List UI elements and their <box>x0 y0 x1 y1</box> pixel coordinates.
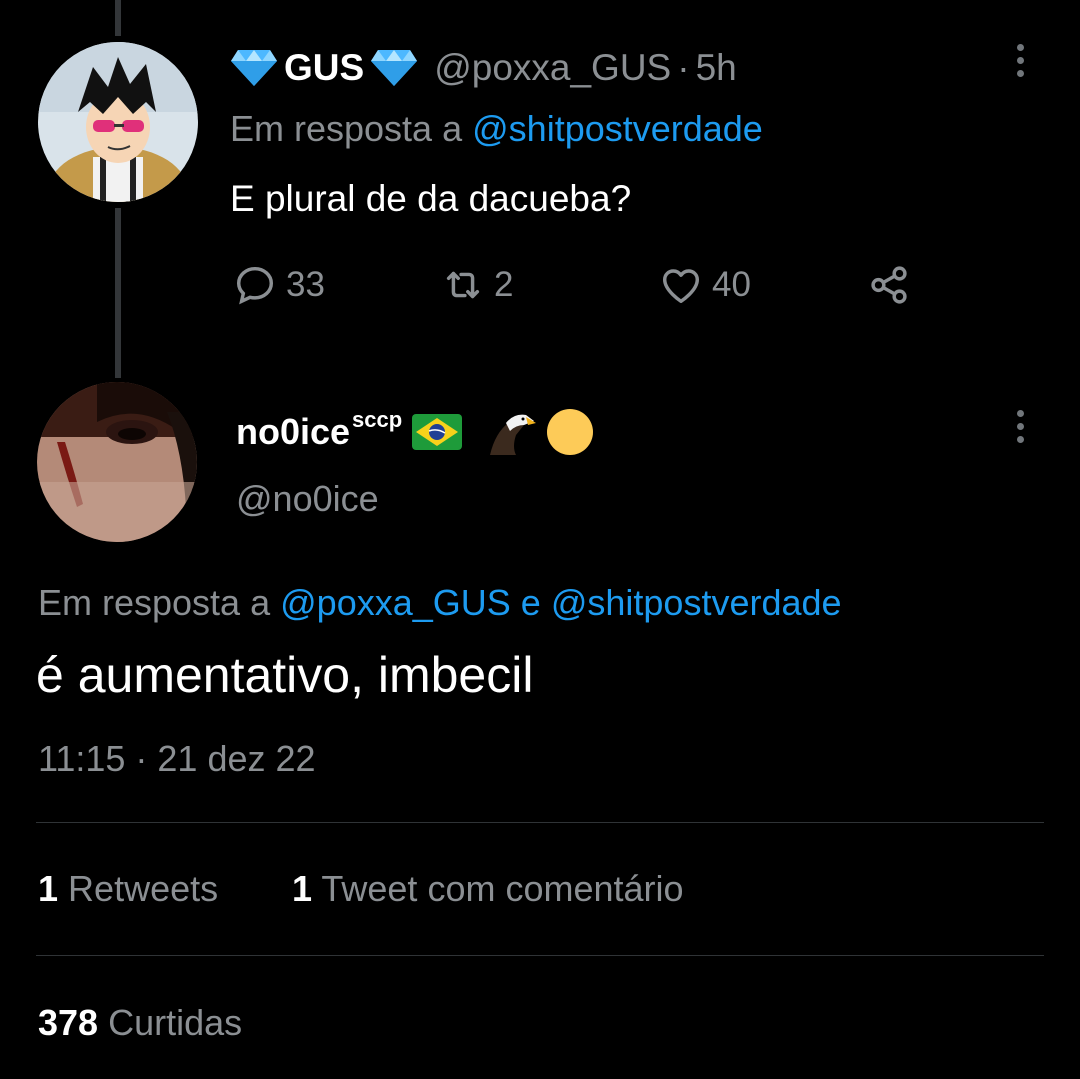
reply-mention[interactable]: @shitpostverdade <box>472 108 763 149</box>
like-count: 40 <box>712 265 751 304</box>
like-button[interactable]: 40 <box>658 262 751 308</box>
retweet-count: 2 <box>494 265 514 304</box>
share-icon <box>871 266 907 304</box>
tweet2-more-icon[interactable] <box>1014 410 1026 443</box>
retweet-icon <box>446 271 480 299</box>
tweet1-handle[interactable]: @poxxa_GUS <box>434 47 671 89</box>
diamond-icon <box>371 50 418 86</box>
tweet2-reply-context: Em resposta a @poxxa_GUS e @shitpostverd… <box>38 582 842 624</box>
quotes-stat[interactable]: 1 Tweet com comentário <box>292 868 684 910</box>
tweet2-text: é aumentativo, imbecil <box>36 647 534 703</box>
likes-count: 378 <box>38 1002 99 1043</box>
reply-conjunction: e <box>520 582 541 623</box>
avatar-no0ice-image <box>37 382 197 542</box>
tweet1-separator: · <box>677 47 690 88</box>
retweets-count: 1 <box>38 868 59 909</box>
diamond-icon <box>231 50 277 86</box>
reply-icon <box>236 266 274 305</box>
reply-count: 33 <box>286 265 325 304</box>
quotes-label: Tweet com comentário <box>321 868 684 909</box>
thread-line-top <box>115 0 121 36</box>
tweet1-time[interactable]: 5h <box>696 47 737 89</box>
avatar-no0ice[interactable] <box>37 382 197 542</box>
avatar-gus-image <box>38 42 198 202</box>
tweet1-reply-context: Em resposta a @shitpostverdade <box>230 108 763 150</box>
likes-label: Curtidas <box>108 1002 243 1043</box>
reply-prefix: Em resposta a <box>38 582 271 623</box>
tweet1-text: E plural de da dacueba? <box>230 178 632 219</box>
retweet-button[interactable]: 2 <box>440 262 513 308</box>
tweet2-header: no0ice sccp <box>236 407 594 456</box>
likes-stat[interactable]: 378 Curtidas <box>38 1002 242 1044</box>
yellow-circle-icon <box>547 409 594 455</box>
quotes-count: 1 <box>292 868 313 909</box>
like-icon <box>662 269 700 304</box>
share-button[interactable] <box>866 262 912 308</box>
retweets-stat[interactable]: 1 Retweets <box>38 868 218 910</box>
brazil-flag-icon <box>412 414 463 450</box>
tweet2-timestamp[interactable]: 11:15 · 21 dez 22 <box>38 738 316 780</box>
tweet2-name-superscript: sccp <box>352 407 403 432</box>
eagle-icon <box>490 414 537 455</box>
reply-mention-1[interactable]: @poxxa_GUS <box>280 582 511 623</box>
tweet1-more-icon[interactable] <box>1014 44 1026 77</box>
reply-mention-2[interactable]: @shitpostverdade <box>551 582 842 623</box>
tweet1-header: GUS @poxxa_GUS · 5h <box>230 46 737 90</box>
divider <box>36 955 1044 956</box>
tweet2-display-name[interactable]: no0ice <box>236 411 350 453</box>
retweets-label: Retweets <box>68 868 219 909</box>
tweet1-display-name[interactable]: GUS <box>284 47 364 89</box>
thread-line <box>115 208 121 378</box>
divider <box>36 822 1044 823</box>
reply-button[interactable]: 33 <box>232 262 325 308</box>
avatar-gus[interactable] <box>38 42 198 202</box>
tweet2-handle[interactable]: @no0ice <box>236 478 379 520</box>
reply-prefix: Em resposta a <box>230 108 463 149</box>
